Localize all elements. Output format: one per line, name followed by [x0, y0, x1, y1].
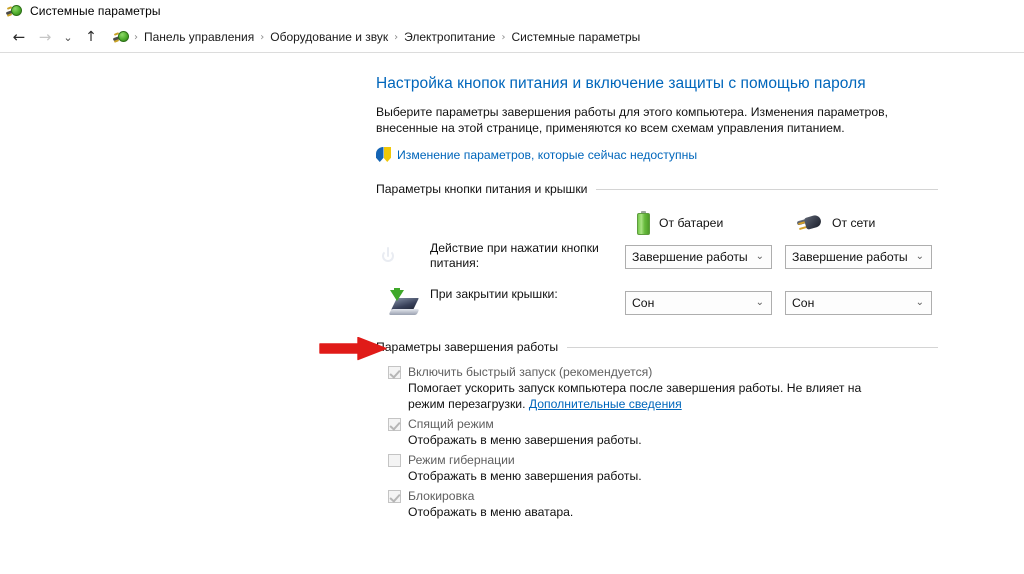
combo-lid-close-action-battery[interactable]: Сон ⌄	[625, 291, 772, 315]
uac-change-settings-link[interactable]: Изменение параметров, которые сейчас нед…	[397, 148, 697, 162]
power-button-group-header: Параметры кнопки питания и крышки	[376, 182, 938, 196]
checkbox-description-sleep: Отображать в меню завершения работы.	[408, 433, 642, 447]
chevron-down-icon: ⌄	[915, 297, 924, 308]
checkbox-hibernate[interactable]	[388, 454, 401, 467]
checkbox-label-hibernate: Режим гибернации	[408, 453, 515, 467]
combo-lid-close-action-mains[interactable]: Сон ⌄	[785, 291, 932, 315]
breadcrumb-item-system-settings[interactable]: Системные параметры	[507, 30, 644, 44]
checkbox-description-lock: Отображать в меню аватара.	[408, 505, 574, 519]
checkbox-lock[interactable]	[388, 490, 401, 503]
breadcrumb-separator-icon: ›	[260, 31, 265, 43]
column-header-mains: От сети	[796, 206, 876, 240]
breadcrumb-separator-icon: ›	[134, 31, 138, 43]
group-divider	[596, 188, 938, 190]
checkbox-item-fast-startup: Включить быстрый запуск (рекомендуется) …	[388, 364, 938, 412]
laptop-lid-icon	[388, 288, 420, 320]
learn-more-link[interactable]: Дополнительные сведения	[529, 397, 682, 411]
combo-value: Сон	[632, 296, 655, 310]
breadcrumb-item-power-options[interactable]: Электропитание	[400, 30, 499, 44]
column-header-battery: От батареи	[637, 206, 723, 240]
shutdown-group-label: Параметры завершения работы	[376, 340, 559, 354]
combo-value: Сон	[792, 296, 815, 310]
checkbox-item-hibernate: Режим гибернации Отображать в меню завер…	[388, 452, 938, 484]
window-titlebar: Системные параметры	[0, 0, 1024, 22]
checkbox-label-sleep: Спящий режим	[408, 417, 494, 431]
window-title: Системные параметры	[30, 4, 161, 18]
checkbox-row-hibernate[interactable]: Режим гибернации	[388, 452, 938, 468]
column-headers: От батареи От сети	[388, 206, 938, 240]
chevron-down-icon: ⌄	[755, 297, 764, 308]
power-plug-icon	[112, 29, 130, 45]
breadcrumb-root-icon-wrap[interactable]	[109, 29, 132, 45]
checkbox-item-lock: Блокировка Отображать в меню аватара.	[388, 488, 938, 520]
checkbox-sleep[interactable]	[388, 418, 401, 431]
checkbox-description-hibernate: Отображать в меню завершения работы.	[408, 469, 642, 483]
breadcrumb-item-control-panel[interactable]: Панель управления	[140, 30, 258, 44]
chevron-down-icon: ⌄	[755, 251, 764, 262]
navigation-bar: ← → ⌄ ↑ › Панель управления › Оборудован…	[0, 22, 1024, 53]
breadcrumb-separator-icon: ›	[501, 31, 506, 43]
column-header-mains-label: От сети	[832, 216, 876, 230]
breadcrumb-separator-icon: ›	[394, 31, 399, 43]
setting-label-power-button-action: Действие при нажатии кнопки питания:	[430, 241, 599, 270]
forward-button[interactable]: →	[32, 25, 58, 49]
page-title: Настройка кнопок питания и включение защ…	[376, 75, 866, 92]
checkbox-item-sleep: Спящий режим Отображать в меню завершени…	[388, 416, 938, 448]
checkbox-row-lock[interactable]: Блокировка	[388, 488, 938, 504]
power-plug-icon	[5, 3, 23, 19]
group-divider	[567, 346, 938, 348]
battery-icon	[637, 211, 650, 235]
breadcrumb-item-hardware-and-sound[interactable]: Оборудование и звук	[266, 30, 392, 44]
back-button[interactable]: ←	[6, 25, 32, 49]
combo-value: Завершение работы	[792, 250, 908, 264]
up-button[interactable]: ↑	[78, 25, 104, 49]
power-button-group-label: Параметры кнопки питания и крышки	[376, 182, 588, 196]
page-description: Выберите параметры завершения работы для…	[376, 105, 888, 135]
checkbox-fast-startup[interactable]	[388, 366, 401, 379]
power-plug-icon	[796, 213, 823, 233]
chevron-down-icon: ⌄	[915, 251, 924, 262]
shield-icon	[376, 147, 391, 162]
checkbox-label-lock: Блокировка	[408, 489, 475, 503]
combo-value: Завершение работы	[632, 250, 748, 264]
power-button-icon	[388, 242, 420, 274]
power-button-group-body: От батареи От сети Действие при нажатии …	[376, 206, 938, 326]
recent-locations-dropdown[interactable]: ⌄	[58, 25, 78, 49]
setting-row-lid-close-action: При закрытии крышки: Сон ⌄ Сон ⌄	[388, 286, 938, 326]
checkbox-description-fast-startup: Помогает ускорить запуск компьютера посл…	[408, 380, 888, 412]
breadcrumb[interactable]: › Панель управления › Оборудование и зву…	[108, 24, 1018, 50]
shutdown-group-body: Включить быстрый запуск (рекомендуется) …	[376, 364, 938, 520]
setting-row-power-button-action: Действие при нажатии кнопки питания: Зав…	[388, 240, 938, 280]
checkbox-label-fast-startup: Включить быстрый запуск (рекомендуется)	[408, 365, 653, 379]
uac-change-settings-row[interactable]: Изменение параметров, которые сейчас нед…	[376, 147, 938, 162]
column-header-battery-label: От батареи	[659, 216, 724, 230]
checkbox-row-sleep[interactable]: Спящий режим	[388, 416, 938, 432]
annotation-arrow-icon	[318, 337, 388, 361]
combo-power-button-action-battery[interactable]: Завершение работы ⌄	[625, 245, 772, 269]
combo-power-button-action-mains[interactable]: Завершение работы ⌄	[785, 245, 932, 269]
setting-label-lid-close-action: При закрытии крышки:	[430, 287, 558, 301]
shutdown-group-header: Параметры завершения работы	[376, 340, 938, 354]
checkbox-row-fast-startup[interactable]: Включить быстрый запуск (рекомендуется)	[388, 364, 938, 380]
settings-page: Настройка кнопок питания и включение защ…	[376, 75, 938, 524]
